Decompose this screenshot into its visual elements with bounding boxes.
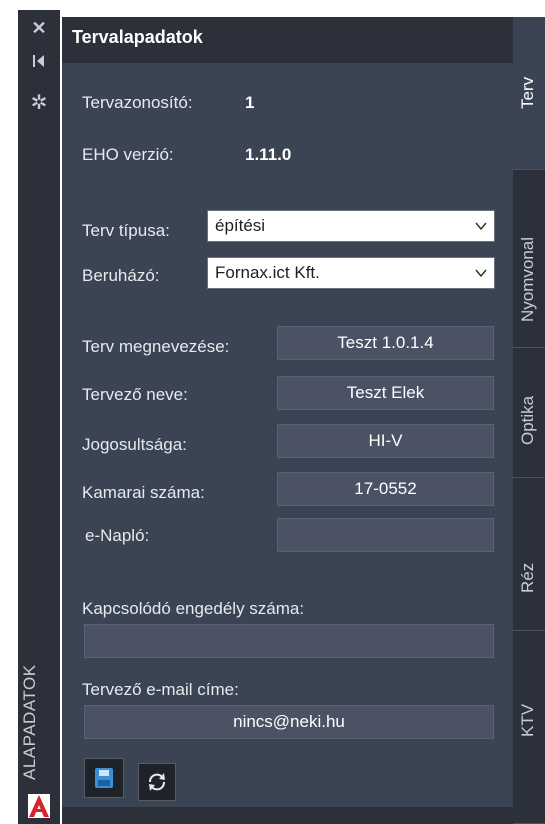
plan-id-value: 1 — [245, 93, 255, 112]
designer-email-field[interactable]: nincs@neki.hu — [84, 705, 494, 739]
panel-footer — [62, 807, 513, 824]
eho-version-label: EHO verzió: — [82, 145, 174, 164]
chamber-number-label: Kamarai száma: — [82, 483, 205, 502]
close-icon[interactable]: ✕ — [18, 18, 60, 39]
side-tabs: Terv Nyomvonal Optika Réz KTV — [513, 17, 545, 824]
tab-optika-label: Optika — [518, 395, 537, 445]
plan-type-label: Terv típusa: — [82, 221, 170, 240]
e-naplo-label: e-Napló: — [85, 526, 150, 545]
palette-title: ALAPADATOK — [20, 664, 39, 780]
tab-terv[interactable]: Terv — [513, 17, 545, 170]
chevron-down-icon — [475, 222, 487, 231]
plan-type-value: építési — [215, 216, 266, 235]
tab-ktv-label: KTV — [518, 703, 537, 737]
e-naplo-field[interactable] — [277, 518, 494, 552]
tab-rez-label: Réz — [518, 562, 537, 593]
refresh-icon — [149, 773, 165, 791]
eho-version-value: 1.11.0 — [245, 145, 292, 164]
tab-nyomvonal[interactable]: Nyomvonal — [513, 170, 545, 348]
investor-label: Beruházó: — [82, 266, 160, 285]
tab-nyomvonal-label: Nyomvonal — [518, 236, 537, 322]
investor-value: Fornax.ict Kft. — [215, 263, 320, 282]
designer-name-field[interactable]: Teszt Elek — [277, 376, 494, 410]
permit-number-field[interactable] — [84, 624, 494, 658]
autocad-logo — [28, 794, 50, 818]
palette-strip: ✕ ✲ ALAPADATOK — [18, 10, 60, 824]
chevron-down-icon — [475, 269, 487, 278]
plan-type-select[interactable]: építési — [207, 210, 495, 242]
plan-name-label: Terv megnevezése: — [82, 337, 230, 356]
plan-name-field[interactable]: Teszt 1.0.1.4 — [277, 326, 494, 360]
chamber-number-field[interactable]: 17-0552 — [277, 472, 494, 506]
gear-icon[interactable]: ✲ — [18, 90, 60, 115]
tab-rez[interactable]: Réz — [513, 478, 545, 631]
refresh-button[interactable] — [138, 763, 176, 801]
tab-terv-label: Terv — [518, 76, 537, 109]
tab-ktv[interactable]: KTV — [513, 631, 545, 824]
plan-id-label: Tervazonosító: — [82, 93, 193, 112]
designer-email-label: Tervező e-mail címe: — [82, 680, 239, 699]
collapse-icon[interactable] — [18, 54, 60, 73]
save-icon — [95, 768, 113, 788]
designer-name-label: Tervező neve: — [82, 385, 188, 404]
authorization-label: Jogosultsága: — [82, 435, 187, 454]
investor-select[interactable]: Fornax.ict Kft. — [207, 257, 495, 289]
panel-header: Tervalapadatok — [62, 17, 513, 63]
panel-title: Tervalapadatok — [72, 27, 203, 47]
authorization-field[interactable]: HI-V — [277, 424, 494, 458]
tab-optika[interactable]: Optika — [513, 348, 545, 478]
permit-number-label: Kapcsolódó engedély száma: — [82, 599, 305, 618]
save-button[interactable] — [84, 758, 124, 798]
plan-data-panel: Tervalapadatok Tervazonosító: 1 EHO verz… — [62, 17, 513, 824]
